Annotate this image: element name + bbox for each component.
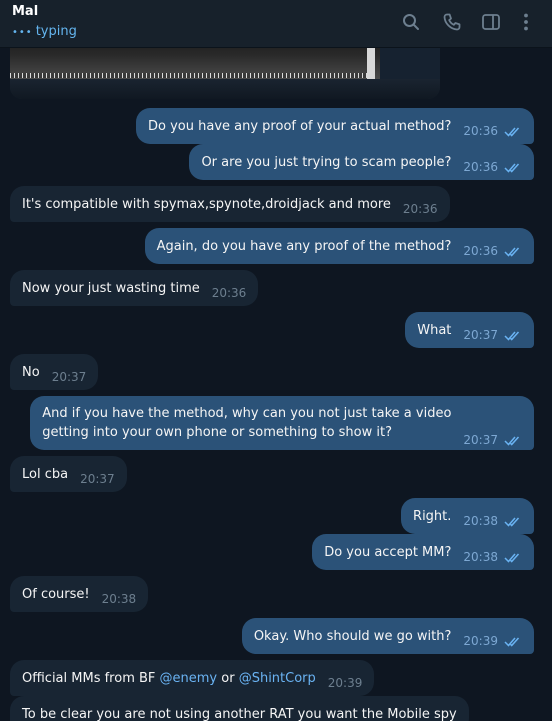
outgoing-message[interactable]: Or are you just trying to scam people? 2…	[189, 144, 534, 180]
message-text: Again, do you have any proof of the meth…	[156, 238, 452, 254]
message-time: 20:39	[327, 676, 363, 690]
incoming-message[interactable]: Lol cba 20:37	[10, 456, 127, 492]
search-icon[interactable]	[401, 12, 421, 32]
message-text: No	[22, 364, 40, 380]
message-time: 20:37	[463, 433, 498, 447]
double-check-icon	[504, 552, 520, 563]
message-time: 20:36	[402, 202, 438, 216]
message-time: 20:36	[211, 286, 247, 300]
phone-icon[interactable]	[442, 12, 462, 32]
message-time: 20:37	[80, 472, 115, 486]
message-time: 20:38	[463, 514, 498, 528]
mention-link-enemy[interactable]: @enemy	[160, 671, 218, 686]
typing-label: typing	[35, 24, 77, 39]
outgoing-message[interactable]: Right. 20:38	[401, 498, 534, 534]
chat-title[interactable]: Mal	[12, 4, 38, 19]
double-check-icon	[504, 636, 520, 647]
message-time: 20:39	[463, 634, 498, 648]
message-time: 20:36	[463, 124, 498, 138]
double-check-icon	[504, 435, 520, 446]
message-time: 20:37	[51, 370, 87, 384]
incoming-message[interactable]: To be clear you are not using another RA…	[10, 696, 469, 721]
incoming-message[interactable]: No 20:37	[10, 354, 99, 390]
typing-dots-icon: •••	[12, 27, 33, 38]
incoming-message[interactable]: Of course! 20:38	[10, 576, 149, 612]
message-text: Do you have any proof of your actual met…	[148, 118, 452, 134]
message-time: 20:38	[101, 592, 137, 606]
message-text: Do you accept MM?	[324, 544, 452, 560]
double-check-icon	[504, 516, 520, 527]
message-text: Right.	[413, 508, 452, 524]
media-message-image[interactable]	[10, 47, 440, 99]
message-text: Lol cba	[22, 466, 69, 482]
message-text: What	[417, 322, 452, 338]
outgoing-message[interactable]: Do you have any proof of your actual met…	[136, 108, 534, 144]
typing-status: ••• typing	[12, 24, 77, 39]
more-options-icon[interactable]	[516, 12, 536, 32]
incoming-message[interactable]: Official MMs from BF @enemy or @ShintCor…	[10, 660, 375, 696]
message-text: And if you have the method, why can you …	[42, 406, 452, 440]
outgoing-message[interactable]: Again, do you have any proof of the meth…	[144, 228, 534, 264]
sidebar-toggle-icon[interactable]	[481, 12, 501, 32]
outgoing-message[interactable]: What 20:37	[405, 312, 534, 348]
message-text: Now your just wasting time	[22, 280, 200, 296]
message-time: 20:38	[463, 550, 498, 564]
message-text: It's compatible with spymax,spynote,droi…	[22, 196, 391, 212]
message-text: Official MMs from BF @enemy or @ShintCor…	[22, 670, 316, 686]
chat-header: Mal ••• typing	[0, 0, 552, 48]
double-check-icon	[504, 162, 520, 173]
double-check-icon	[504, 126, 520, 137]
mention-link-shintcorp[interactable]: @ShintCorp	[239, 671, 316, 686]
incoming-message[interactable]: It's compatible with spymax,spynote,droi…	[10, 186, 450, 222]
message-text: Of course!	[22, 586, 90, 602]
incoming-message[interactable]: Now your just wasting time 20:36	[10, 270, 259, 306]
outgoing-message[interactable]: And if you have the method, why can you …	[30, 396, 534, 450]
message-time: 20:36	[463, 160, 498, 174]
message-text: To be clear you are not using another RA…	[22, 706, 457, 721]
message-text: Or are you just trying to scam people?	[201, 154, 452, 170]
double-check-icon	[504, 330, 520, 341]
message-time: 20:36	[463, 244, 498, 258]
outgoing-message[interactable]: Okay. Who should we go with? 20:39	[241, 618, 534, 654]
outgoing-message[interactable]: Do you accept MM? 20:38	[312, 534, 534, 570]
message-text: Okay. Who should we go with?	[253, 628, 452, 644]
message-list[interactable]: Do you have any proof of your actual met…	[0, 47, 552, 721]
message-time: 20:37	[463, 328, 498, 342]
double-check-icon	[504, 246, 520, 257]
